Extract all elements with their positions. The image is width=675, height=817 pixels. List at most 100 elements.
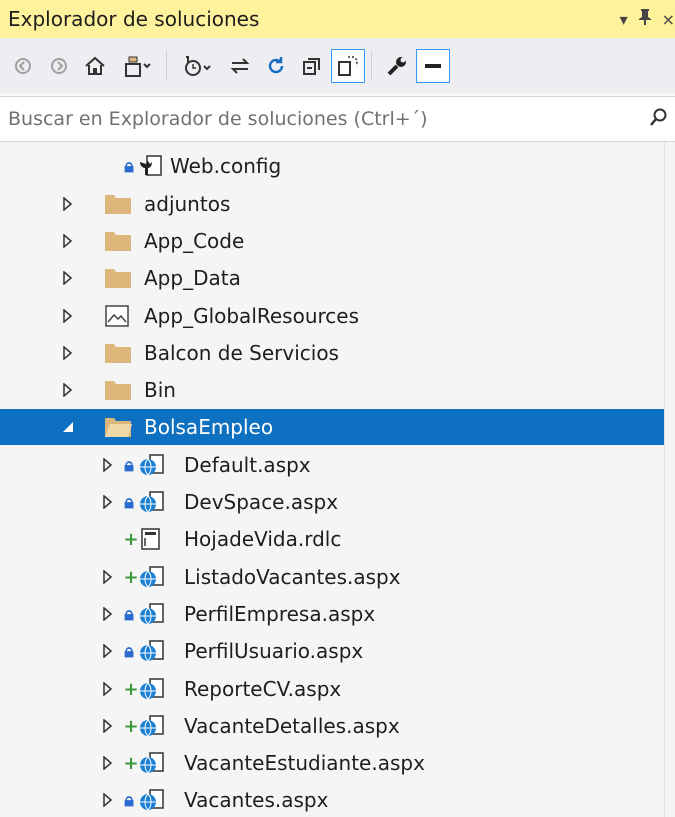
sync-active-document-icon[interactable]	[223, 49, 257, 83]
checked-in-lock-icon: 🔒︎	[124, 454, 134, 476]
tree-item-web-config[interactable]: 🔒︎ Web.config	[0, 148, 664, 184]
tree-item-bolsaempleo[interactable]: BolsaEmpleo	[0, 409, 664, 445]
search-icon[interactable]	[649, 107, 669, 131]
forward-icon[interactable]	[42, 49, 76, 83]
show-all-files-icon[interactable]	[331, 48, 365, 83]
expand-arrow-icon[interactable]	[60, 186, 76, 222]
dropdown-arrow-icon[interactable]: ▾	[620, 10, 628, 29]
folder-icon	[104, 372, 132, 408]
web-page-icon	[138, 782, 166, 817]
tree-item-listadovacantes-aspx[interactable]: + ListadoVacantes.aspx	[0, 559, 664, 595]
tree-item-hojadevida-rdlc[interactable]: + HojadeVida.rdlc	[0, 521, 664, 557]
expand-arrow-icon[interactable]	[100, 782, 116, 817]
properties-icon[interactable]	[380, 49, 414, 83]
expand-arrow-icon[interactable]	[60, 260, 76, 296]
pending-add-icon: +	[123, 678, 139, 700]
toolbar-separator	[166, 50, 167, 81]
folder-icon	[104, 186, 132, 222]
pending-add-icon: +	[123, 528, 139, 550]
switch-views-icon[interactable]	[114, 49, 160, 83]
expand-arrow-icon[interactable]	[100, 559, 116, 595]
tree-item-label: adjuntos	[144, 192, 231, 216]
tree-item-label: BolsaEmpleo	[144, 415, 274, 439]
pending-add-icon: +	[123, 715, 139, 737]
web-page-icon	[138, 708, 166, 744]
folder-icon	[104, 223, 132, 259]
report-file-icon	[140, 521, 162, 557]
web-page-icon	[138, 671, 166, 707]
tree-item-label: Balcon de Servicios	[144, 341, 339, 365]
collapse-all-icon[interactable]	[295, 49, 329, 83]
tree-item-label: VacanteDetalles.aspx	[184, 714, 400, 738]
tree-item-default-aspx[interactable]: 🔒︎ Default.aspx	[0, 447, 664, 483]
checked-in-lock-icon: 🔒︎	[124, 491, 134, 513]
tree-item-label: HojadeVida.rdlc	[184, 527, 342, 551]
tree-item-vacantes-aspx[interactable]: 🔒︎ Vacantes.aspx	[0, 782, 664, 817]
expand-arrow-icon[interactable]	[100, 447, 116, 483]
web-page-icon	[138, 745, 166, 781]
tree-item-label: App_GlobalResources	[144, 304, 360, 328]
tree-item-label: ListadoVacantes.aspx	[184, 565, 401, 589]
config-file-icon	[138, 148, 164, 184]
expand-arrow-icon[interactable]	[60, 335, 76, 371]
tree-item-label: DevSpace.aspx	[184, 490, 339, 514]
tree-item-devspace-aspx[interactable]: 🔒︎ DevSpace.aspx	[0, 484, 664, 520]
panel-title: Explorador de soluciones	[8, 7, 260, 31]
tree-item-label: VacanteEstudiante.aspx	[184, 751, 425, 775]
web-page-icon	[138, 559, 166, 595]
web-page-icon	[138, 447, 166, 483]
expand-arrow-icon[interactable]	[60, 223, 76, 259]
tree-item-label: Default.aspx	[184, 453, 311, 477]
expand-arrow-icon[interactable]	[100, 484, 116, 520]
tree-item-vacanteestudiante-aspx[interactable]: + VacanteEstudiante.aspx	[0, 745, 664, 781]
pin-icon[interactable]	[638, 8, 652, 30]
expand-arrow-icon[interactable]	[60, 298, 76, 334]
solution-tree: 🔒︎ Web.config adjuntos App_Code App_Data…	[0, 142, 664, 817]
web-page-icon	[138, 484, 166, 520]
tree-item-vacantedetalles-aspx[interactable]: + VacanteDetalles.aspx	[0, 708, 664, 744]
expand-arrow-icon[interactable]	[100, 745, 116, 781]
tree-item-bin[interactable]: Bin	[0, 372, 664, 408]
tree-item-label: App_Data	[144, 266, 241, 290]
close-icon[interactable]: ×	[662, 10, 675, 29]
tree-item-app-code[interactable]: App_Code	[0, 223, 664, 259]
expand-arrow-icon[interactable]	[100, 596, 116, 632]
resources-folder-icon	[104, 298, 130, 334]
tree-item-label: PerfilEmpresa.aspx	[184, 602, 376, 626]
web-page-icon	[138, 596, 166, 632]
refresh-icon[interactable]	[259, 49, 293, 83]
tree-item-adjuntos[interactable]: adjuntos	[0, 186, 664, 222]
search-input[interactable]: Buscar en Explorador de soluciones (Ctrl…	[8, 108, 649, 130]
checked-in-lock-icon: 🔒︎	[124, 789, 134, 811]
collapse-arrow-icon[interactable]	[60, 409, 76, 445]
pending-add-icon: +	[123, 752, 139, 774]
back-icon[interactable]	[6, 49, 40, 83]
expand-arrow-icon[interactable]	[60, 372, 76, 408]
home-icon[interactable]	[78, 49, 112, 83]
tree-item-perfilempresa-aspx[interactable]: 🔒︎ PerfilEmpresa.aspx	[0, 596, 664, 632]
checked-in-lock-icon: 🔒︎	[124, 640, 134, 662]
tree-item-label: Bin	[144, 378, 176, 402]
checked-in-lock-icon: 🔒︎	[124, 155, 134, 177]
tree-item-perfilusuario-aspx[interactable]: 🔒︎ PerfilUsuario.aspx	[0, 633, 664, 669]
tree-item-balcon-de-servicios[interactable]: Balcon de Servicios	[0, 335, 664, 371]
search-box[interactable]: Buscar en Explorador de soluciones (Ctrl…	[0, 96, 675, 142]
tree-item-app-globalresources[interactable]: App_GlobalResources	[0, 298, 664, 334]
preview-selected-items-icon[interactable]	[416, 48, 450, 83]
pending-add-icon: +	[123, 566, 139, 588]
open-folder-icon	[104, 409, 134, 445]
checked-in-lock-icon: 🔒︎	[124, 603, 134, 625]
expand-arrow-icon[interactable]	[100, 633, 116, 669]
tree-item-reportecv-aspx[interactable]: + ReporteCV.aspx	[0, 671, 664, 707]
tree-item-label: Web.config	[170, 154, 282, 178]
tree-item-label: PerfilUsuario.aspx	[184, 639, 364, 663]
expand-arrow-icon[interactable]	[100, 671, 116, 707]
folder-icon	[104, 335, 132, 371]
solution-explorer-toolbar	[0, 38, 675, 93]
pending-changes-filter-icon[interactable]	[175, 49, 221, 83]
folder-icon	[104, 260, 132, 296]
tree-item-app-data[interactable]: App_Data	[0, 260, 664, 296]
tree-item-label: App_Code	[144, 229, 245, 253]
expand-arrow-icon[interactable]	[100, 708, 116, 744]
vertical-scrollbar-track[interactable]	[664, 142, 675, 817]
